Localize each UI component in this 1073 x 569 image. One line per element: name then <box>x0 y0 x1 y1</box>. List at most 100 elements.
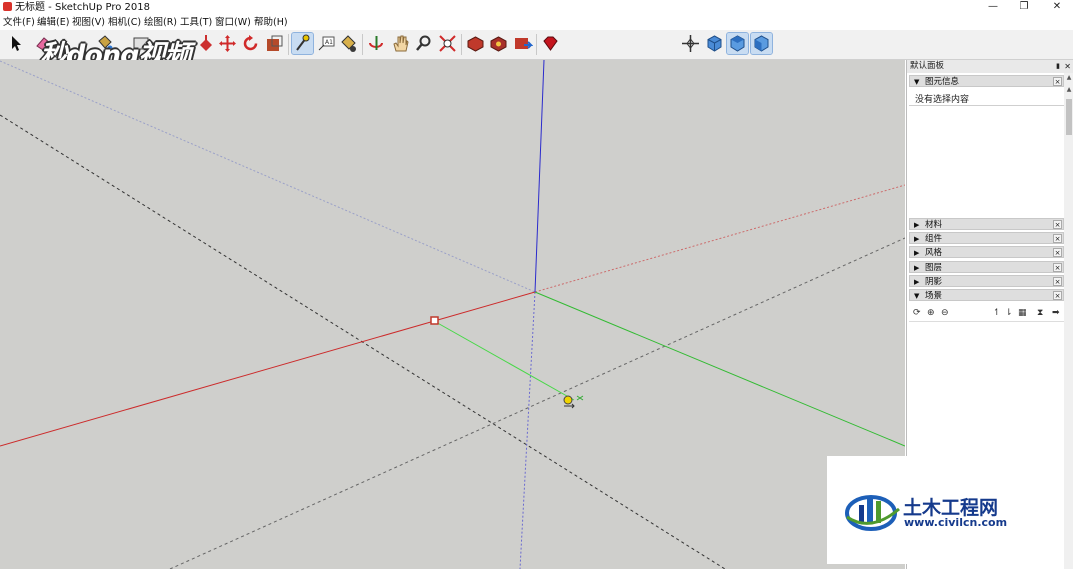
inference-cross-icon <box>576 395 584 401</box>
extension-warehouse-icon <box>490 36 507 52</box>
scroll-up-icon-2[interactable]: ▲ <box>1064 85 1073 95</box>
svg-text:A1: A1 <box>325 39 333 46</box>
restore-button[interactable]: ❐ <box>1011 0 1037 15</box>
tray-close-icon[interactable]: ✕ <box>1064 60 1071 73</box>
menu-edit[interactable]: 编辑(E) <box>37 16 69 29</box>
move-down-icon[interactable]: ⇂ <box>1005 307 1013 319</box>
entity-info-header[interactable]: ▼ 图元信息 × <box>909 75 1064 87</box>
top-view-button[interactable] <box>726 32 749 55</box>
rotate-icon <box>243 35 258 51</box>
orbit-icon <box>369 36 383 50</box>
no-selection-message: 没有选择内容 <box>915 95 970 105</box>
pin-icon[interactable]: ▮ <box>1056 60 1060 73</box>
arrow-select-icon <box>12 36 21 51</box>
tray-section-shadows[interactable]: ▶ 阴影 × <box>909 275 1064 287</box>
front-view-button[interactable] <box>750 32 773 55</box>
close-button[interactable]: ✕ <box>1044 0 1070 15</box>
top-cube-icon <box>730 35 745 52</box>
select-tool-button[interactable] <box>5 33 26 54</box>
tray-section-materials[interactable]: ▶ 材料 × <box>909 218 1064 230</box>
move-tool-button[interactable] <box>217 33 238 54</box>
minimize-button[interactable]: — <box>980 0 1006 15</box>
detail-menu-icon[interactable]: ➡ <box>1052 307 1060 319</box>
text-tool-button[interactable]: A1 <box>316 33 337 54</box>
menu-file[interactable]: 文件(F) <box>3 16 35 29</box>
close-icon[interactable]: × <box>1053 277 1062 286</box>
menu-bar: 文件(F) 编辑(E) 视图(V) 相机(C) 绘图(R) 工具(T) 窗口(W… <box>0 15 1073 30</box>
paint-bucket-icon <box>341 35 356 52</box>
hide-details-icon[interactable]: ⧗ <box>1037 307 1043 319</box>
tray-section-styles[interactable]: ▶ 风格 × <box>909 246 1064 258</box>
toolbar-separator <box>461 34 462 55</box>
close-icon[interactable]: × <box>1053 77 1062 86</box>
modeling-viewport[interactable] <box>0 60 905 569</box>
menu-window[interactable]: 窗口(W) <box>215 16 251 29</box>
position-camera-button[interactable] <box>680 33 701 54</box>
refresh-icon[interactable]: ⟳ <box>913 307 921 319</box>
collapsed-arrow-icon: ▶ <box>914 278 920 286</box>
menu-help[interactable]: 帮助(H) <box>254 16 288 29</box>
tape-measure-icon <box>296 34 310 51</box>
move-icon <box>219 35 236 52</box>
scroll-up-icon[interactable]: ▲ <box>1064 73 1073 83</box>
zoom-extents-tool-button[interactable] <box>437 33 458 54</box>
ruby-console-button[interactable] <box>540 33 561 54</box>
tape-measure-cursor-icon <box>563 395 573 405</box>
blue-axis <box>534 60 545 293</box>
iso-view-button[interactable] <box>704 33 725 54</box>
3d-warehouse-icon <box>467 36 484 52</box>
close-icon[interactable]: × <box>1053 234 1062 243</box>
3d-warehouse-button[interactable] <box>465 33 486 54</box>
tray-title: 默认面板 <box>910 61 945 71</box>
close-icon[interactable]: × <box>1053 263 1062 272</box>
menu-camera[interactable]: 相机(C) <box>108 16 141 29</box>
menu-draw[interactable]: 绘图(R) <box>144 16 177 29</box>
sketchup-logo-icon <box>3 2 12 11</box>
divider <box>909 105 1064 106</box>
pan-tool-button[interactable] <box>390 33 411 54</box>
view-options-icon[interactable]: ▦ <box>1018 307 1027 319</box>
section-label: 图层 <box>925 263 943 273</box>
pan-hand-icon <box>393 35 409 52</box>
zoom-icon <box>416 35 431 51</box>
tray-section-layers[interactable]: ▶ 图层 × <box>909 261 1064 273</box>
civilcn-logo: 土木工程网 www.civilcn.com <box>827 456 1063 564</box>
move-up-icon[interactable]: ↿ <box>993 307 1001 319</box>
tape-measure-tool-button[interactable] <box>291 32 314 55</box>
section-label: 场景 <box>925 291 943 301</box>
zoom-tool-button[interactable] <box>413 33 434 54</box>
toolbar-separator <box>536 34 537 55</box>
close-icon[interactable]: × <box>1053 220 1062 229</box>
tray-scrollbar[interactable]: ▲ ▲ <box>1064 73 1073 569</box>
collapsed-arrow-icon: ▶ <box>914 235 920 243</box>
menu-view[interactable]: 视图(V) <box>72 16 105 29</box>
close-icon[interactable]: × <box>1053 248 1062 257</box>
orbit-tool-button[interactable] <box>366 33 387 54</box>
tray-section-components[interactable]: ▶ 组件 × <box>909 232 1064 244</box>
civilcn-logo-mark <box>845 495 900 531</box>
logo-url: www.civilcn.com <box>904 516 1008 529</box>
add-scene-icon[interactable]: ⊕ <box>927 307 935 319</box>
section-label: 组件 <box>925 234 943 244</box>
cursor-arrow-icon <box>564 403 575 409</box>
expanded-arrow-icon: ▼ <box>914 292 920 300</box>
menu-tools[interactable]: 工具(T) <box>180 16 212 29</box>
push-pull-tool-button[interactable] <box>196 33 217 54</box>
collapsed-arrow-icon: ▶ <box>914 264 920 272</box>
scroll-thumb[interactable] <box>1066 99 1072 135</box>
iso-cube-icon <box>707 35 722 52</box>
scale-tool-button[interactable] <box>264 33 285 54</box>
front-cube-icon <box>754 35 769 52</box>
share-model-button[interactable] <box>512 33 533 54</box>
remove-scene-icon[interactable]: ⊖ <box>941 307 949 319</box>
paint-bucket-tool-button[interactable] <box>338 33 359 54</box>
tray-section-scenes[interactable]: ▼ 场景 × <box>909 289 1064 301</box>
red-axis <box>0 291 536 447</box>
share-model-icon <box>515 38 533 49</box>
tray-title-bar: 默认面板 ▮ ✕ <box>907 60 1073 73</box>
rotate-tool-button[interactable] <box>240 33 261 54</box>
close-icon[interactable]: × <box>1053 291 1062 300</box>
scenes-toolbar: ⟳ ⊕ ⊖ ↿ ⇂ ▦ ⧗ ➡ <box>909 305 1064 322</box>
guide-line-dashed-2 <box>169 237 905 569</box>
extension-warehouse-button[interactable] <box>488 33 509 54</box>
